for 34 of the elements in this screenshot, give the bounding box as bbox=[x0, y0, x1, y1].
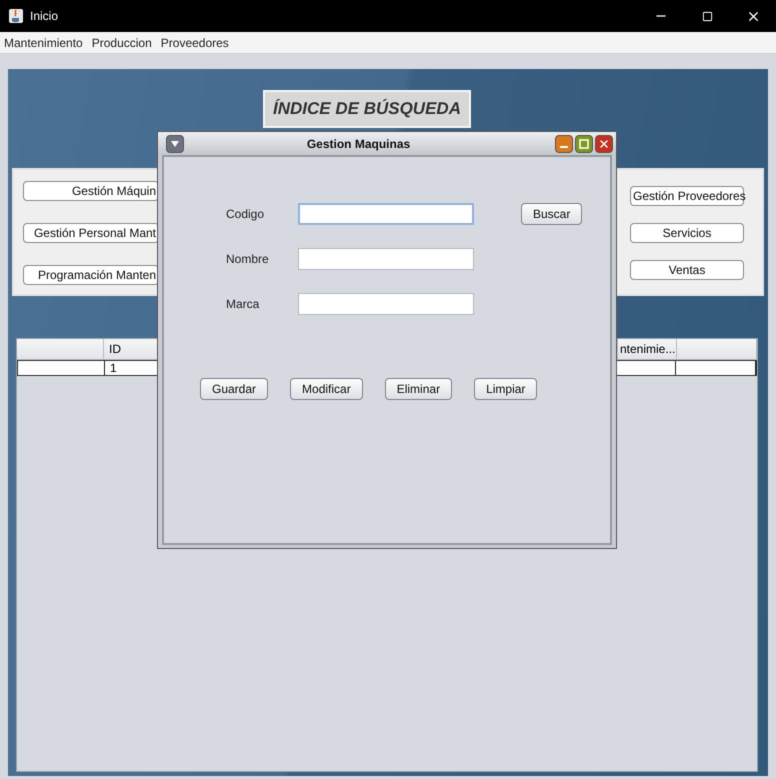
column-header: ntenimie... bbox=[618, 339, 677, 359]
nav-button[interactable]: Servicios bbox=[630, 223, 744, 243]
action-button[interactable]: Eliminar bbox=[384, 378, 452, 400]
caret-icon bbox=[171, 140, 179, 146]
maximize-icon bbox=[579, 138, 589, 148]
window-title: Inicio bbox=[30, 9, 60, 23]
java-cup-icon bbox=[8, 8, 24, 24]
field-label: Nombre bbox=[226, 252, 270, 266]
dialog-title: Gestion Maquinas bbox=[306, 136, 412, 150]
nav-button[interactable]: Ventas bbox=[630, 260, 744, 280]
menu-item[interactable]: Produccion bbox=[92, 36, 152, 50]
input-field[interactable] bbox=[298, 203, 474, 225]
input-field[interactable] bbox=[298, 248, 474, 270]
nav-button[interactable]: Gestión Máquin bbox=[23, 181, 159, 201]
field-label: Codigo bbox=[226, 207, 266, 221]
heading: ÍNDICE DE BÚSQUEDA bbox=[263, 90, 471, 128]
menu-item[interactable]: Mantenimiento bbox=[4, 36, 83, 50]
input-field[interactable] bbox=[298, 293, 474, 315]
action-button[interactable]: Modificar bbox=[290, 378, 363, 400]
close-button[interactable] bbox=[595, 134, 613, 152]
search-button[interactable]: Buscar bbox=[521, 203, 582, 225]
field-label: Marca bbox=[226, 297, 260, 311]
menu-item[interactable]: Proveedores bbox=[160, 36, 229, 50]
window-menu-button[interactable] bbox=[166, 134, 184, 152]
maximize-icon bbox=[702, 10, 712, 22]
maximize-button[interactable] bbox=[575, 134, 593, 152]
close-icon bbox=[598, 138, 610, 150]
action-button[interactable]: Guardar bbox=[200, 378, 268, 400]
action-button[interactable]: Limpiar bbox=[474, 378, 538, 400]
minimize-button[interactable] bbox=[555, 134, 573, 152]
minimize-icon bbox=[560, 146, 568, 148]
nav-button[interactable]: Gestión Proveedores bbox=[630, 186, 744, 206]
nav-button[interactable]: Programación Manten bbox=[23, 265, 159, 285]
nav-button[interactable]: Gestión Personal Mant bbox=[23, 223, 159, 243]
